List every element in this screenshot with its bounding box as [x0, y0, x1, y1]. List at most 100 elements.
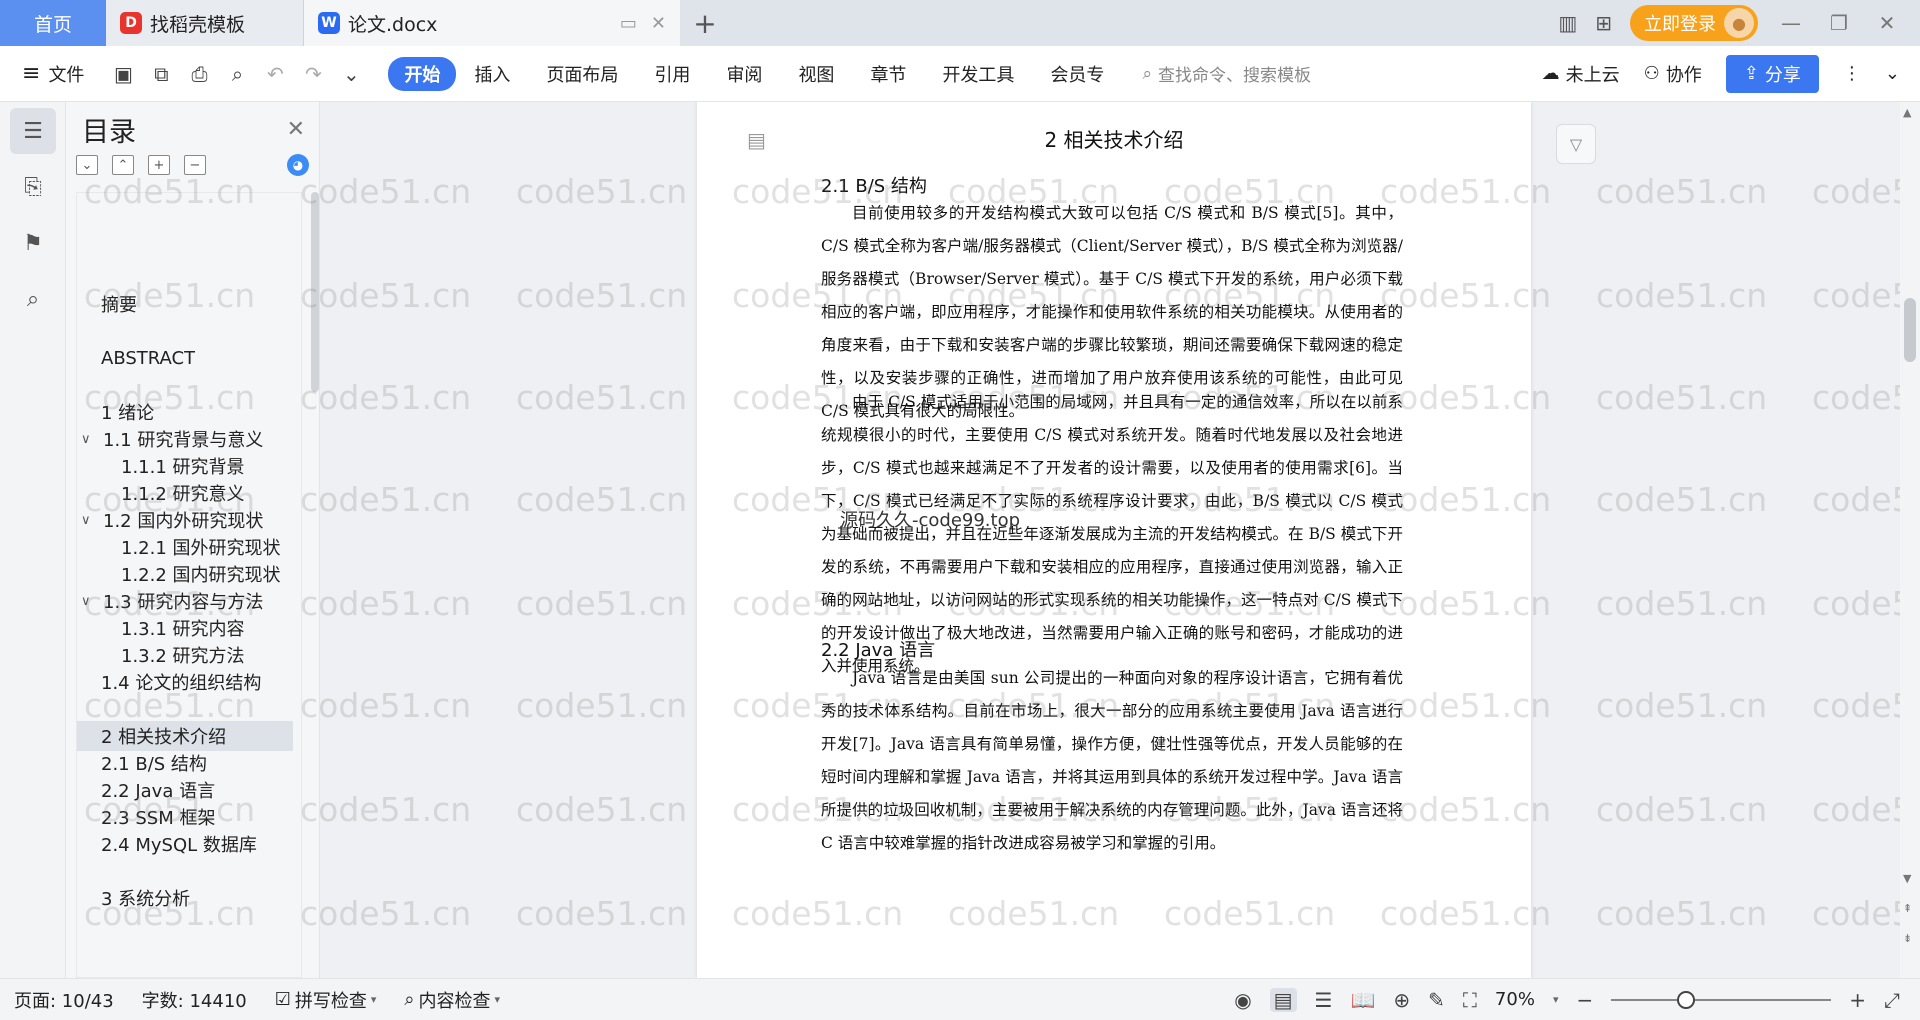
toc-item-label: 1.3.2 研究方法 [121, 646, 245, 667]
collaborate-button[interactable]: ⚇ 协作 [1644, 61, 1702, 87]
collapse-ribbon-icon[interactable]: ⌄ [1885, 63, 1900, 84]
bookmark-icon[interactable]: ⚑ [10, 220, 56, 266]
toc-item[interactable]: 摘要 [77, 289, 293, 319]
share-icon: ⇪ [1743, 63, 1759, 84]
tab-docer-templates[interactable]: D 找稻壳模板 [106, 0, 304, 46]
print-preview-icon[interactable]: ⌕ [226, 62, 248, 86]
toc-item[interactable]: 1.3.1 研究内容 [77, 613, 293, 643]
toc-item[interactable]: 1.3.2 研究方法 [77, 640, 293, 670]
collaborate-icon: ⚇ [1643, 63, 1660, 84]
tab-home[interactable]: 首页 [0, 0, 106, 46]
remove-heading-icon[interactable]: − [184, 155, 206, 175]
toc-item[interactable]: ∨ 1.1 研究背景与意义 [77, 424, 293, 454]
zoom-slider[interactable] [1611, 990, 1832, 1009]
layout-icon[interactable]: ▥ [1558, 11, 1577, 35]
comment-panel-icon[interactable]: ▽ [1556, 124, 1596, 164]
new-tab-button[interactable]: + [680, 0, 730, 46]
menu-member[interactable]: 会员专 [1032, 61, 1122, 87]
menu-references[interactable]: 引用 [636, 61, 708, 87]
menu-chapter[interactable]: 章节 [852, 61, 924, 87]
expand-all-icon[interactable]: ⌄ [76, 155, 98, 175]
print-icon[interactable]: ⎙ [188, 62, 210, 86]
vertical-scrollbar[interactable]: ▲ ▼ ⇞ ⇟ [1900, 102, 1920, 978]
zoom-level[interactable]: 70% [1495, 989, 1535, 1010]
search-doc-icon[interactable]: ⌕ [10, 276, 56, 322]
web-view-icon[interactable]: ⊕ [1393, 988, 1410, 1012]
apps-grid-icon[interactable]: ⊞ [1595, 11, 1612, 35]
command-search[interactable]: ⌕ 查找命令、搜索模板 [1142, 61, 1311, 87]
toc-item[interactable]: 1.1.2 研究意义 [77, 478, 293, 508]
menu-developer[interactable]: 开发工具 [924, 61, 1032, 87]
toc-panel-icon[interactable]: ☰ [10, 108, 56, 154]
zoom-slider-knob[interactable] [1677, 990, 1696, 1009]
chapter-nav-icon[interactable]: ⎘ [10, 164, 56, 210]
menu-start[interactable]: 开始 [388, 56, 457, 91]
toc-item-label: 2.4 MySQL 数据库 [101, 835, 257, 856]
tab-document[interactable]: W 论文.docx ▭ ✕ [304, 0, 680, 46]
fullscreen-icon[interactable]: ⤢ [1884, 988, 1900, 1012]
toc-scrollbar[interactable] [311, 192, 319, 392]
document-page[interactable]: ▤ 2 相关技术介绍 2.1 B/S 结构 目前使用较多的开发结构模式大致可以包… [697, 102, 1531, 978]
reading-view-icon[interactable]: 📖 [1350, 988, 1375, 1012]
spell-check-button[interactable]: ☑ 拼写检查 ▾ [261, 987, 391, 1013]
menu-page-layout[interactable]: 页面布局 [528, 61, 636, 87]
share-button[interactable]: ⇪ 分享 [1725, 54, 1819, 93]
word-count[interactable]: 字数: 14410 [128, 987, 261, 1013]
toc-item[interactable]: 2.2 Java 语言 [77, 775, 293, 805]
scroll-thumb[interactable] [1904, 298, 1916, 362]
outline-view-icon[interactable]: ☰ [1315, 988, 1333, 1012]
menu-view[interactable]: 视图 [780, 61, 852, 87]
restore-icon[interactable]: ❐ [1824, 11, 1854, 35]
toc-item[interactable]: 2 相关技术介绍 [77, 721, 293, 751]
toc-item[interactable]: 2.4 MySQL 数据库 [77, 829, 293, 859]
more-options-icon[interactable]: ⋮ [1843, 63, 1861, 84]
fit-page-icon[interactable]: ⛶ [1463, 988, 1477, 1012]
menu-insert[interactable]: 插入 [456, 61, 528, 87]
menu-review[interactable]: 审阅 [708, 61, 780, 87]
toc-item[interactable]: ∨ 1.3 研究内容与方法 [77, 586, 293, 616]
navigation-rail: ☰ ⎘ ⚑ ⌕ [0, 102, 66, 978]
cloud-status-button[interactable]: ☁ 未上云 [1542, 61, 1620, 87]
scroll-up-icon[interactable]: ▲ [1903, 106, 1911, 119]
zoom-dropdown-icon[interactable]: ▾ [1553, 993, 1559, 1006]
save-icon[interactable]: ▣ [112, 62, 134, 86]
toc-item-label: 摘要 [101, 295, 137, 316]
toc-item[interactable]: 3 系统分析 [77, 883, 293, 913]
undo-icon[interactable]: ↶ [264, 62, 286, 86]
prev-page-icon[interactable]: ⇞ [1903, 902, 1912, 915]
toc-item[interactable]: ABSTRACT [77, 343, 293, 373]
export-pdf-icon[interactable]: ⧉ [150, 62, 172, 86]
zoom-in-icon[interactable]: + [1849, 988, 1866, 1012]
close-tab-icon[interactable]: ✕ [651, 13, 666, 34]
next-page-icon[interactable]: ⇟ [1903, 932, 1912, 945]
scroll-down-icon[interactable]: ▼ [1903, 872, 1911, 885]
eye-protection-icon[interactable]: ◉ [1234, 988, 1251, 1012]
chevron-down-icon[interactable]: ∨ [81, 513, 97, 528]
minimize-icon[interactable]: — [1776, 11, 1806, 35]
toc-item[interactable]: 1 绪论 [77, 397, 293, 427]
chevron-down-icon[interactable]: ∨ [81, 432, 97, 447]
customize-dropdown-icon[interactable]: ⌄ [340, 62, 362, 86]
toc-item[interactable]: 1.4 论文的组织结构 [77, 667, 293, 697]
add-heading-icon[interactable]: + [148, 155, 170, 175]
collapse-all-icon[interactable]: ⌃ [112, 155, 134, 175]
monitor-icon[interactable]: ▭ [620, 13, 637, 34]
pen-icon[interactable]: ✎ [1428, 988, 1445, 1012]
toc-item[interactable]: 1.2.2 国内研究现状 [77, 559, 293, 589]
page-indicator[interactable]: 页面: 10/43 [0, 987, 128, 1013]
close-toc-icon[interactable]: ✕ [287, 117, 305, 142]
page-view-icon[interactable]: ▤ [1269, 987, 1297, 1012]
file-menu-button[interactable]: ≡ 文件 [0, 61, 84, 87]
content-check-button[interactable]: ⌕ 内容检查 ▾ [390, 987, 514, 1013]
toc-item[interactable]: 2.3 SSM 框架 [77, 802, 293, 832]
chevron-down-icon[interactable]: ∨ [81, 594, 97, 609]
toc-item[interactable]: 1.2.1 国外研究现状 [77, 532, 293, 562]
login-button[interactable]: 立即登录 ● [1630, 5, 1758, 41]
toc-item[interactable]: 1.1.1 研究背景 [77, 451, 293, 481]
zoom-out-icon[interactable]: − [1576, 988, 1593, 1012]
close-window-icon[interactable]: ✕ [1872, 11, 1902, 35]
toc-item[interactable]: ∨ 1.2 国内外研究现状 [77, 505, 293, 535]
toc-item[interactable]: 2.1 B/S 结构 [77, 748, 293, 778]
redo-icon[interactable]: ↷ [302, 62, 324, 86]
ai-assistant-icon[interactable]: ◕ [287, 154, 309, 176]
